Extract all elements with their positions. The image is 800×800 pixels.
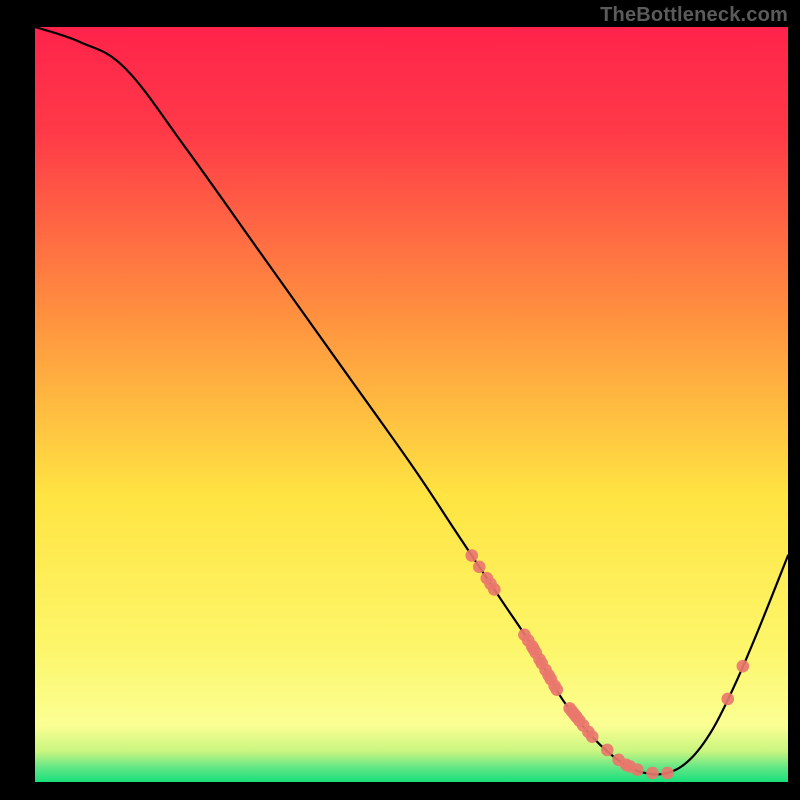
figure-stage: TheBottleneck.com	[0, 0, 800, 800]
data-point	[551, 683, 564, 696]
data-point	[646, 767, 659, 780]
data-point	[601, 744, 614, 757]
data-point	[661, 767, 674, 780]
data-point	[721, 693, 734, 706]
bottleneck-chart	[0, 0, 800, 800]
data-point	[737, 660, 750, 673]
watermark-text: TheBottleneck.com	[600, 4, 788, 27]
data-point	[586, 730, 599, 743]
data-point	[465, 549, 478, 562]
data-point	[631, 763, 644, 776]
data-point	[473, 561, 486, 574]
data-point	[488, 583, 501, 596]
plot-background	[35, 27, 788, 782]
